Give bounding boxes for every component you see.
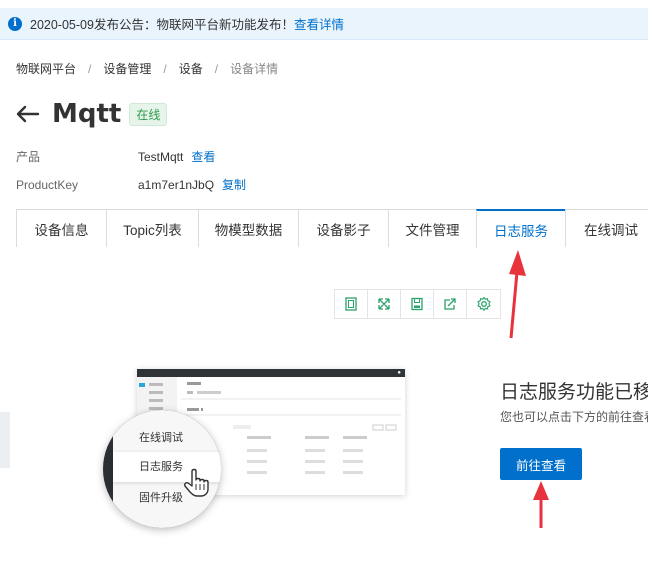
tab-topic-list[interactable]: Topic列表	[106, 209, 198, 247]
copy-key-link[interactable]: 复制	[222, 176, 246, 193]
save-icon	[411, 297, 423, 311]
breadcrumb-separator: /	[163, 61, 167, 76]
expand-button[interactable]	[368, 290, 401, 318]
fullscreen-icon	[345, 297, 357, 311]
expand-icon	[378, 298, 390, 310]
side-collapse-handle[interactable]	[0, 412, 10, 468]
product-row: 产品 TestMqtt 查看	[16, 148, 215, 165]
hand-cursor-icon	[184, 468, 209, 497]
annotation-arrow	[533, 481, 549, 528]
breadcrumb-device-management[interactable]: 设备管理	[103, 60, 151, 77]
share-icon	[444, 298, 456, 310]
tab-device-info[interactable]: 设备信息	[16, 209, 106, 247]
go-view-button[interactable]: 前往查看	[500, 448, 582, 480]
notice-detail-link[interactable]: 查看详情	[294, 14, 344, 33]
tab-bar: 设备信息 Topic列表 物模型数据 设备影子 文件管理 日志服务 在线调试	[16, 209, 648, 248]
tab-log-service[interactable]: 日志服务	[476, 209, 565, 248]
migrate-description: 您也可以点击下方的前往查看	[500, 410, 648, 424]
tab-device-shadow[interactable]: 设备影子	[298, 209, 388, 247]
product-key-value: a1m7er1nJbQ	[138, 177, 215, 192]
breadcrumb-separator: /	[214, 61, 219, 76]
tab-tsl-data[interactable]: 物模型数据	[198, 209, 298, 247]
settings-icon	[476, 296, 491, 311]
page-header: Mqtt 在线	[14, 96, 168, 132]
notice-text: 2020-05-09发布公告：物联网平台新功能发布！	[30, 18, 294, 32]
breadcrumb-device[interactable]: 设备	[179, 60, 203, 77]
toolbar	[334, 289, 501, 319]
tab-online-debug[interactable]: 在线调试	[565, 209, 648, 247]
breadcrumb: 物联网平台 / 设备管理 / 设备 / 设备详情	[16, 60, 278, 77]
product-key-row: ProductKey a1m7er1nJbQ 复制	[16, 176, 246, 193]
annotation-arrow	[509, 250, 526, 339]
info-icon: i	[8, 16, 22, 31]
fullscreen-button[interactable]	[335, 290, 368, 318]
share-button[interactable]	[434, 290, 467, 318]
breadcrumb-device-detail: 设备详情	[230, 62, 279, 76]
breadcrumb-iot-platform[interactable]: 物联网平台	[16, 60, 76, 77]
illustration-item-online-debug: 在线调试	[139, 432, 183, 444]
breadcrumb-separator: /	[88, 61, 92, 76]
settings-button[interactable]	[467, 290, 500, 318]
product-key-label: ProductKey	[16, 177, 79, 192]
save-button[interactable]	[401, 290, 434, 318]
product-label: 产品	[16, 150, 41, 164]
migrate-title: 日志服务功能已移至	[500, 382, 648, 403]
notice-bar: i 2020-05-09发布公告：物联网平台新功能发布！ 查看详情	[0, 8, 648, 40]
illustration-user-icon: ●	[397, 370, 401, 376]
back-arrow-icon[interactable]	[14, 104, 40, 124]
product-view-link[interactable]: 查看	[191, 148, 215, 165]
page-title: Mqtt	[52, 99, 122, 129]
status-badge: 在线	[129, 102, 168, 126]
tab-file-management[interactable]: 文件管理	[388, 209, 476, 247]
product-value: TestMqtt	[138, 149, 184, 164]
